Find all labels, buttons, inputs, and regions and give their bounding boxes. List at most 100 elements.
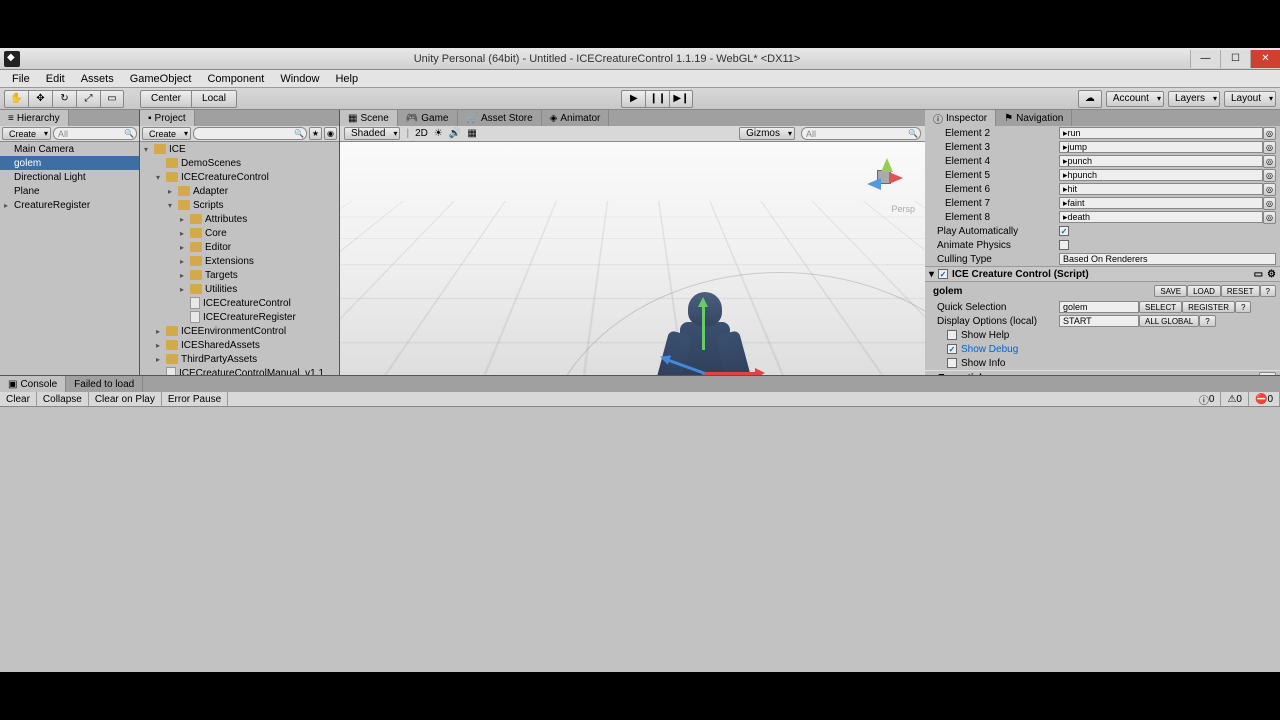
element-target[interactable]: ◎ [1263, 169, 1276, 182]
step-button[interactable]: ▶❙ [669, 90, 693, 108]
transform-tool-4[interactable]: ▭ [100, 90, 124, 108]
element-target[interactable]: ◎ [1263, 155, 1276, 168]
tab-animator[interactable]: ◈Animator [542, 110, 610, 126]
navigation-tab[interactable]: ⚑Navigation [996, 110, 1072, 126]
element-field[interactable]: ▸hit [1059, 183, 1263, 195]
hierarchy-tab[interactable]: ≡Hierarchy [0, 110, 69, 126]
help-icon[interactable]: ▭ [1254, 269, 1263, 280]
reset-button[interactable]: RESET [1221, 285, 1260, 297]
save-button[interactable]: SAVE [1154, 285, 1187, 297]
project-filter-1[interactable]: ★ [309, 127, 322, 140]
cloud-button[interactable]: ☁ [1078, 90, 1102, 108]
pivot-center-button[interactable]: Center [140, 90, 191, 108]
shaded-dropdown[interactable]: Shaded [344, 127, 400, 140]
element-field[interactable]: ▸death [1059, 211, 1263, 223]
hierarchy-item[interactable]: ▸CreatureRegister [0, 198, 139, 212]
icc-component-header[interactable]: ▾ ICE Creature Control (Script) ▭⚙ [925, 266, 1280, 282]
element-field[interactable]: ▸jump [1059, 141, 1263, 153]
show-help-checkbox[interactable] [947, 330, 957, 340]
element-target[interactable]: ◎ [1263, 197, 1276, 210]
mode-2d[interactable]: 2D [415, 128, 428, 139]
gear-icon[interactable]: ⚙ [1267, 269, 1276, 280]
element-field[interactable]: ▸hpunch [1059, 169, 1263, 181]
collapse-button[interactable]: Collapse [37, 392, 89, 406]
console-tab[interactable]: ▣Console [0, 376, 66, 392]
clear-on-play-button[interactable]: Clear on Play [89, 392, 162, 406]
warn-count[interactable]: ⚠0 [1221, 392, 1249, 406]
project-item[interactable]: ICECreatureRegister [140, 310, 339, 324]
project-item[interactable]: ▸Extensions [140, 254, 339, 268]
all-global-button[interactable]: ALL GLOBAL [1139, 315, 1199, 327]
culling-dropdown[interactable]: Based On Renderers [1059, 253, 1276, 265]
tab-asset-store[interactable]: 🛒Asset Store [458, 110, 542, 126]
minimize-button[interactable]: — [1190, 50, 1220, 68]
help-button[interactable]: ? [1260, 285, 1276, 297]
project-item[interactable]: ▾ICE [140, 142, 339, 156]
project-item[interactable]: ▾ICECreatureControl [140, 170, 339, 184]
audio-icon[interactable]: 🔊 [449, 128, 461, 139]
transform-tool-1[interactable]: ✥ [28, 90, 52, 108]
show-info-checkbox[interactable] [947, 358, 957, 368]
gizmo-y-axis[interactable] [702, 300, 705, 350]
register-button[interactable]: REGISTER [1182, 301, 1235, 313]
hierarchy-item[interactable]: Main Camera [0, 142, 139, 156]
hierarchy-search[interactable]: All [53, 127, 137, 140]
project-item[interactable]: ICECreatureControlManual_v1.1 [140, 366, 339, 375]
play-button[interactable]: ▶ [621, 90, 645, 108]
element-target[interactable]: ◎ [1263, 141, 1276, 154]
project-item[interactable]: DemoScenes [140, 156, 339, 170]
menu-window[interactable]: Window [272, 71, 327, 87]
close-button[interactable]: ✕ [1250, 50, 1280, 68]
menu-component[interactable]: Component [199, 71, 272, 87]
perspective-label[interactable]: Persp [891, 204, 915, 214]
pivot-local-button[interactable]: Local [191, 90, 237, 108]
icc-enabled-checkbox[interactable] [938, 269, 948, 279]
clear-button[interactable]: Clear [0, 392, 37, 406]
transform-tool-2[interactable]: ↻ [52, 90, 76, 108]
layout-dropdown[interactable]: Layout [1224, 91, 1276, 107]
hierarchy-item[interactable]: Directional Light [0, 170, 139, 184]
fx-icon[interactable]: ▦ [467, 128, 476, 139]
hierarchy-create-dropdown[interactable]: Create [2, 127, 51, 140]
project-item[interactable]: ▸Editor [140, 240, 339, 254]
hierarchy-item[interactable]: Plane [0, 184, 139, 198]
project-item[interactable]: ▸ICEEnvironmentControl [140, 324, 339, 338]
scene-viewport[interactable]: Persp [340, 142, 925, 375]
project-item[interactable]: ▸ICESharedAssets [140, 338, 339, 352]
project-filter-2[interactable]: ◉ [324, 127, 337, 140]
project-item[interactable]: ▸Targets [140, 268, 339, 282]
tab-game[interactable]: 🎮Game [398, 110, 458, 126]
quick-select-dropdown[interactable]: golem [1059, 301, 1139, 313]
project-create-dropdown[interactable]: Create [142, 127, 191, 140]
project-item[interactable]: ▾Scripts [140, 198, 339, 212]
project-tab[interactable]: ▪Project [140, 110, 195, 126]
select-button[interactable]: SELECT [1139, 301, 1182, 313]
show-debug-checkbox[interactable] [947, 344, 957, 354]
account-dropdown[interactable]: Account [1106, 91, 1164, 107]
display-opts-dropdown[interactable]: START [1059, 315, 1139, 327]
layers-dropdown[interactable]: Layers [1168, 91, 1220, 107]
element-field[interactable]: ▸faint [1059, 197, 1263, 209]
menu-help[interactable]: Help [327, 71, 366, 87]
error-count[interactable]: ⛔0 [1249, 392, 1280, 406]
maximize-button[interactable]: ☐ [1220, 50, 1250, 68]
project-item[interactable]: ▸Attributes [140, 212, 339, 226]
inspector-tab[interactable]: ⓘInspector [925, 110, 996, 126]
project-item[interactable]: ▸ThirdPartyAssets [140, 352, 339, 366]
lighting-icon[interactable]: ☀ [434, 128, 443, 139]
project-search[interactable] [193, 127, 307, 140]
project-item[interactable]: ▸Utilities [140, 282, 339, 296]
element-target[interactable]: ◎ [1263, 127, 1276, 140]
quick-help-button[interactable]: ? [1235, 301, 1251, 313]
scene-search[interactable]: All [801, 127, 921, 140]
info-count[interactable]: ⓘ0 [1193, 392, 1222, 406]
menu-assets[interactable]: Assets [73, 71, 122, 87]
transform-tool-0[interactable]: ✋ [4, 90, 28, 108]
menu-file[interactable]: File [4, 71, 38, 87]
gizmos-dropdown[interactable]: Gizmos [739, 127, 795, 140]
hierarchy-item[interactable]: golem [0, 156, 139, 170]
play-auto-checkbox[interactable] [1059, 226, 1069, 236]
menu-gameobject[interactable]: GameObject [122, 71, 200, 87]
element-field[interactable]: ▸run [1059, 127, 1263, 139]
pause-button[interactable]: ❙❙ [645, 90, 669, 108]
